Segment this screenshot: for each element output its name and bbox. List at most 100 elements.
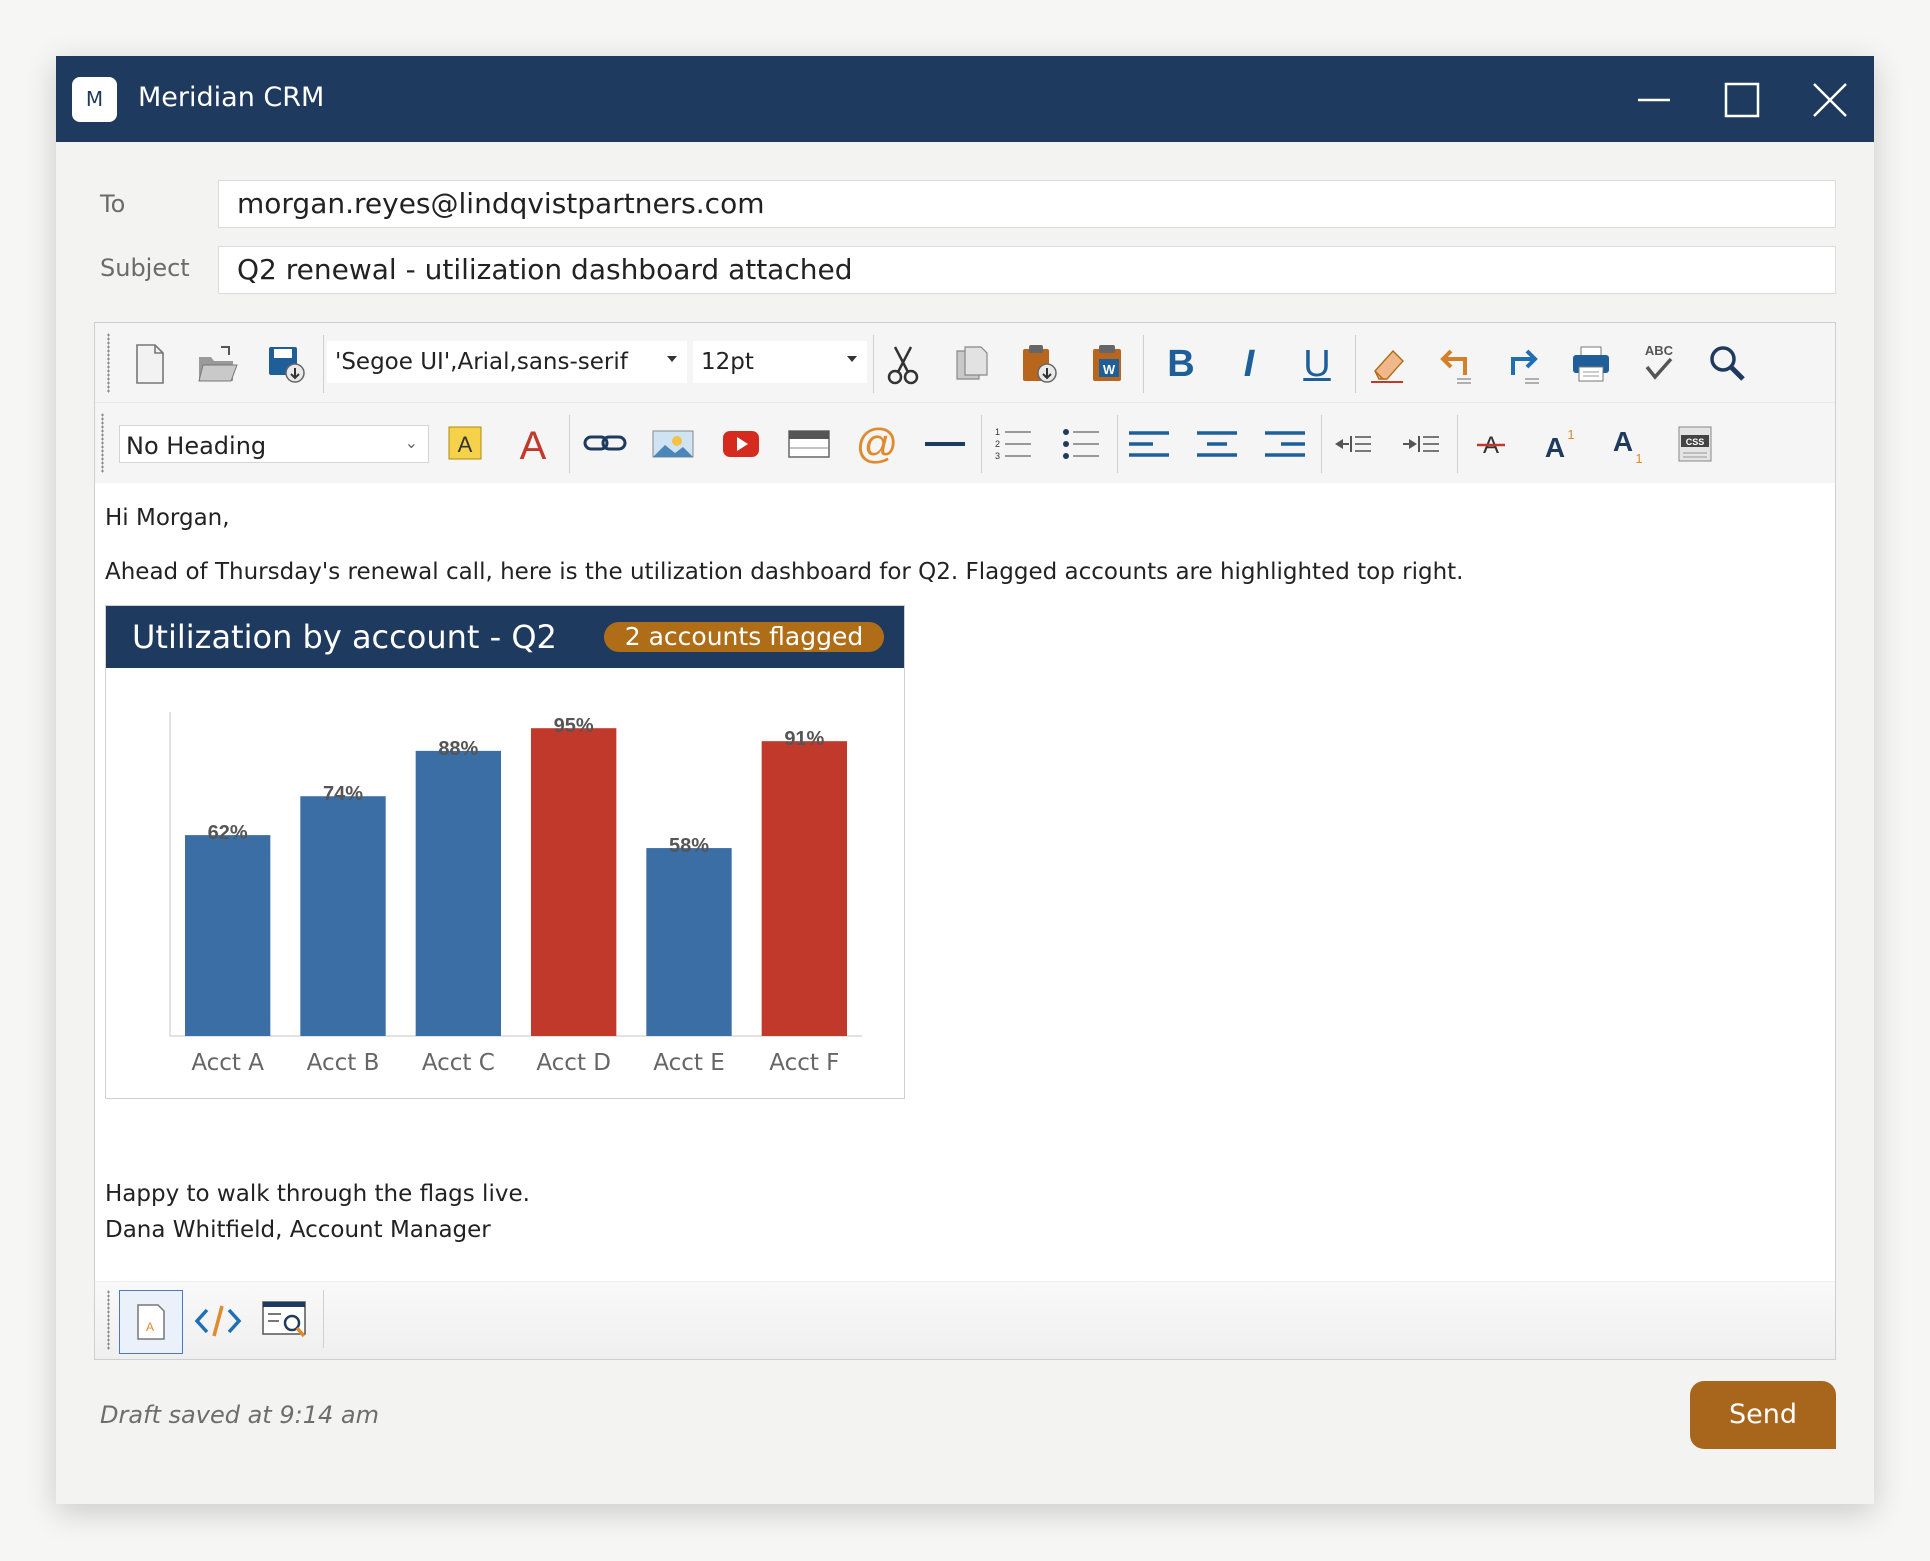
to-label: To [100,190,126,218]
minimize-icon [1638,98,1670,102]
dashboard-image[interactable]: Utilization by account - Q2 2 accounts f… [105,605,905,1099]
numbered-list-button[interactable]: 1 2 3 [989,421,1037,467]
body-greeting: Hi Morgan, [105,505,230,531]
paste-button[interactable] [1015,341,1063,387]
printer-icon [1573,346,1609,382]
highlight-color-button[interactable]: A [441,421,489,467]
edit-css-button[interactable]: CSS [1671,421,1719,467]
toolbar-grip[interactable] [107,333,110,393]
svg-text:1: 1 [995,427,1000,437]
italic-button[interactable]: I [1225,341,1273,387]
align-left-icon [1129,431,1169,457]
save-icon [269,347,305,383]
print-button[interactable] [1567,341,1615,387]
compose-window: M Meridian CRM To morgan.reyes@lindqvist… [56,56,1874,1504]
bar-value-label: 62% [208,822,248,844]
align-left-button[interactable] [1125,421,1173,467]
heading-select[interactable]: No Heading ⌄ [119,425,429,463]
outdent-button[interactable] [1329,421,1377,467]
link-icon [583,435,627,451]
toolbar-grip[interactable] [107,1290,110,1350]
spellcheck-button[interactable]: ABC [1635,341,1683,387]
bar-value-label: 95% [554,715,594,737]
superscript-button[interactable]: A1 [1535,421,1583,467]
body-signature: Dana Whitfield, Account Manager [105,1217,491,1243]
strikethrough-button[interactable]: A [1467,421,1515,467]
copy-button[interactable] [947,341,995,387]
horizontal-rule-button[interactable] [921,421,969,467]
magnifier-icon [1710,346,1745,381]
utilization-bar-chart: 62% Acct A 74% Acct B 88% Acct C 95% Acct D 58% A… [169,712,862,1076]
new-document-button[interactable] [125,341,173,387]
bold-button[interactable]: B [1157,341,1205,387]
subscript-button[interactable]: A1 [1603,421,1651,467]
toolbar-separator [323,335,324,393]
spellcheck-text: ABC [1645,343,1674,358]
app-logo: M [72,77,117,122]
toolbar-row-2: No Heading ⌄ A A @ 1 2 3 A A 1 A 1 CSS [95,403,1835,483]
horizontal-rule-icon [925,442,965,446]
toolbar-grip[interactable] [101,413,104,473]
insert-link-button[interactable] [581,421,629,467]
close-button[interactable] [1808,78,1852,122]
save-button[interactable] [261,341,309,387]
indent-icon [1403,436,1439,452]
x-tick-label: Acct B [307,1050,380,1076]
toolbar-separator [1355,335,1356,393]
subject-label: Subject [100,254,190,282]
svg-text:W: W [1103,362,1116,377]
window-title: Meridian CRM [138,82,325,113]
to-field[interactable]: morgan.reyes@lindqvistpartners.com [218,180,1836,228]
title-bar: M Meridian CRM [56,56,1874,142]
html-mode-button[interactable] [187,1290,251,1354]
dashboard-header: Utilization by account - Q2 2 accounts f… [106,606,904,668]
subscript-icon: A1 [1613,426,1643,466]
bar-value-label: 58% [669,835,709,857]
align-center-button[interactable] [1193,421,1241,467]
paste-icon [1023,345,1057,383]
find-button[interactable] [1703,341,1751,387]
subject-field[interactable]: Q2 renewal - utilization dashboard attac… [218,246,1836,294]
dashboard-title: Utilization by account - Q2 [132,618,557,656]
align-right-button[interactable] [1261,421,1309,467]
undo-button[interactable] [1431,341,1479,387]
insert-table-button[interactable] [785,421,833,467]
insert-email-button[interactable]: @ [853,421,901,467]
subscript-letter: A [1613,426,1633,457]
underline-button[interactable]: U [1293,341,1341,387]
font-size-select[interactable]: 12pt [693,341,867,383]
preview-mode-button[interactable] [255,1290,319,1354]
bullet-list-button[interactable] [1057,421,1105,467]
preview-icon [262,1301,306,1338]
bullet-list-icon [1063,429,1099,459]
font-family-select[interactable]: 'Segoe UI',Arial,sans-serif [327,341,687,383]
cut-button[interactable] [879,341,927,387]
insert-video-button[interactable] [717,421,765,467]
rich-text-editor: 'Segoe UI',Arial,sans-serif 12pt W B I U… [94,322,1836,1360]
insert-image-button[interactable] [649,421,697,467]
indent-button[interactable] [1397,421,1445,467]
paste-from-word-button[interactable]: W [1083,341,1131,387]
x-tick-label: Acct F [769,1050,839,1076]
font-family-value: 'Segoe UI',Arial,sans-serif [335,349,628,375]
maximize-button[interactable] [1720,78,1764,122]
redo-button[interactable] [1499,341,1547,387]
copy-icon [956,346,988,380]
clear-formatting-button[interactable] [1363,341,1411,387]
minimize-button[interactable] [1632,78,1676,122]
mention-symbol: @ [856,421,899,467]
css-text: CSS [1686,437,1705,447]
send-button[interactable]: Send [1690,1381,1836,1449]
x-tick-label: Acct A [191,1050,264,1076]
video-icon [723,431,759,457]
code-icon [194,1305,242,1337]
editor-mode-bar: A [95,1281,1835,1359]
design-mode-button[interactable]: A [119,1290,183,1354]
chevron-down-icon [667,356,677,362]
font-color-button[interactable]: A [509,421,557,467]
align-center-icon [1197,431,1237,457]
open-button[interactable] [193,341,241,387]
paste-word-icon: W [1093,345,1121,381]
font-size-value: 12pt [701,349,754,375]
toolbar-separator [1143,335,1144,393]
